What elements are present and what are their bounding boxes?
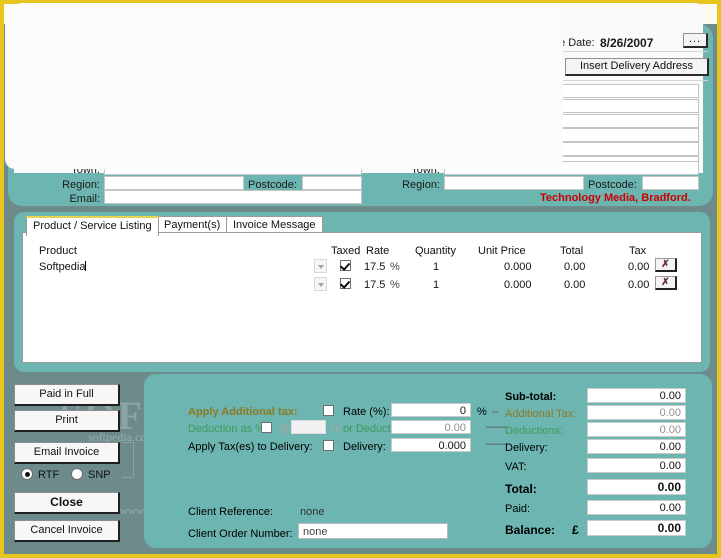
- subtotal-value: 0.00: [587, 388, 686, 403]
- grid-col-taxed: Taxed: [331, 245, 361, 257]
- grid-cell-product[interactable]: Softpedia: [39, 261, 85, 273]
- client-reference-value: none: [300, 506, 325, 518]
- apply-taxes-to-delivery-checkbox[interactable]: [323, 440, 334, 451]
- snp-label: SNP: [88, 469, 111, 481]
- grid-cell-unit-price-row1[interactable]: 0.000: [504, 261, 532, 273]
- grid-product-select-row2[interactable]: [314, 277, 327, 291]
- grid-taxed-checkbox-row2[interactable]: [340, 278, 351, 289]
- total-value: 0.00: [587, 479, 686, 495]
- action-buttons-panel: Paid in Full Print Email Invoice RTF SNP…: [14, 380, 138, 548]
- grid-col-tax: Tax: [629, 245, 647, 257]
- currency-symbol: £: [572, 523, 579, 537]
- delete-row-icon[interactable]: ✗: [655, 276, 677, 290]
- grid-col-product: Product: [39, 245, 77, 257]
- text-caret: [85, 261, 87, 271]
- grid-cell-unit-price-row2[interactable]: 0.000: [504, 279, 532, 291]
- paid-in-full-button[interactable]: Paid in Full: [14, 384, 120, 406]
- grid-col-total: Total: [560, 245, 584, 257]
- delivery-region-field[interactable]: [444, 176, 584, 190]
- company-footer: Technology Media, Bradford.: [540, 192, 691, 204]
- paid-value: 0.00: [587, 500, 686, 515]
- delivery-postcode-label: Postcode:: [588, 179, 637, 191]
- client-email-label: Email:: [69, 193, 100, 205]
- cancel-invoice-button[interactable]: Cancel Invoice: [14, 520, 120, 542]
- client-region-field[interactable]: [104, 176, 244, 190]
- due-date-picker-button[interactable]: ...: [683, 33, 708, 48]
- table-row[interactable]: Softpedia: [39, 261, 87, 273]
- deductions-label: Deductions:: [505, 425, 564, 437]
- total-label: Total:: [505, 482, 537, 496]
- additional-tax-value: 0.00: [587, 405, 686, 420]
- delivery-option-label: Delivery:: [343, 441, 386, 453]
- email-format-bracket: [122, 442, 134, 478]
- client-order-number-field[interactable]: none: [298, 523, 448, 539]
- connector-dash-1: –: [492, 406, 499, 418]
- apply-taxes-to-delivery-label: Apply Tax(es) to Delivery:: [188, 441, 313, 453]
- rtf-label: RTF: [38, 469, 60, 481]
- client-region-label: Region:: [62, 179, 100, 191]
- rate-percent-label: Rate (%):: [343, 406, 390, 418]
- line-items-grid[interactable]: [22, 232, 702, 363]
- grid-col-unit-price: Unit Price: [478, 245, 526, 257]
- grid-cell-tax-row1: 0.00: [628, 261, 650, 273]
- deduction-as-percent-label: Deduction as %:: [188, 423, 269, 435]
- due-date-value[interactable]: 8/26/2007: [600, 36, 653, 50]
- grid-product-select-row1[interactable]: [314, 259, 327, 273]
- deduction-percent-spinner[interactable]: [291, 420, 326, 434]
- delivery-postcode-field[interactable]: [642, 176, 699, 190]
- delivery-total-label: Delivery:: [505, 442, 548, 454]
- new-invoice-window: New Invoice SOFTPEDIA softpedia.com www.…: [0, 0, 721, 558]
- deduction-as-percent-checkbox[interactable]: [261, 422, 272, 433]
- rtf-radio[interactable]: [21, 468, 33, 480]
- delivery-amount-field[interactable]: 0.000: [391, 438, 471, 452]
- grid-col-rate: Rate: [366, 245, 390, 257]
- email-invoice-button[interactable]: Email Invoice: [14, 442, 120, 464]
- apply-additional-tax-checkbox[interactable]: [323, 405, 334, 416]
- grid-cell-total-row2: 0.00: [564, 279, 586, 291]
- or-deduct-field[interactable]: 0.00: [391, 420, 471, 434]
- grid-cell-rate-row2[interactable]: 17.5: [364, 279, 385, 291]
- close-button[interactable]: Close: [14, 492, 120, 514]
- balance-value: 0.00: [587, 520, 686, 536]
- grid-cell-quantity-row1[interactable]: 1: [433, 261, 439, 273]
- apply-additional-tax-label: Apply Additional tax:: [188, 406, 298, 418]
- subtotal-label: Sub-total:: [505, 391, 557, 403]
- grid-rate-unit-row2: %: [390, 279, 400, 291]
- percent-sign-label: %: [477, 406, 487, 418]
- delivery-region-label: Region:: [402, 179, 440, 191]
- additional-tax-rate-field[interactable]: 0: [391, 403, 471, 417]
- additional-tax-label: Additional Tax:: [505, 408, 577, 420]
- grid-cell-total-row1: 0.00: [564, 261, 586, 273]
- deduction-spin-unit: %: [330, 423, 340, 435]
- grid-col-quantity: Quantity: [415, 245, 456, 257]
- grid-cell-quantity-row2[interactable]: 1: [433, 279, 439, 291]
- client-postcode-field[interactable]: [302, 176, 362, 190]
- client-order-number-label: Client Order Number:: [188, 528, 293, 540]
- grid-cell-rate-row1[interactable]: 17.5: [364, 261, 385, 273]
- client-email-field[interactable]: [104, 190, 362, 204]
- paid-label: Paid:: [505, 503, 531, 515]
- vat-label: VAT:: [505, 461, 527, 473]
- balance-label: Balance:: [505, 523, 556, 537]
- vat-value: 0.00: [587, 458, 686, 473]
- tab-product-service-listing[interactable]: Product / Service Listing: [26, 216, 159, 236]
- delivery-total-value: 0.00: [587, 439, 686, 454]
- insert-delivery-address-button[interactable]: Insert Delivery Address: [565, 58, 709, 76]
- deduction-at-symbol: @: [279, 423, 291, 435]
- client-reference-label: Client Reference:: [188, 506, 273, 518]
- delete-row-icon[interactable]: ✗: [655, 258, 677, 272]
- grid-rate-unit-row1: %: [390, 261, 400, 273]
- or-deduct-label: or Deduct:: [343, 423, 394, 435]
- deductions-value: 0.00: [587, 422, 686, 437]
- grid-cell-tax-row2: 0.00: [628, 279, 650, 291]
- print-button[interactable]: Print: [14, 410, 120, 432]
- totals-surface: [5, 5, 563, 169]
- snp-radio[interactable]: [71, 468, 83, 480]
- grid-taxed-checkbox-row1[interactable]: [340, 260, 351, 271]
